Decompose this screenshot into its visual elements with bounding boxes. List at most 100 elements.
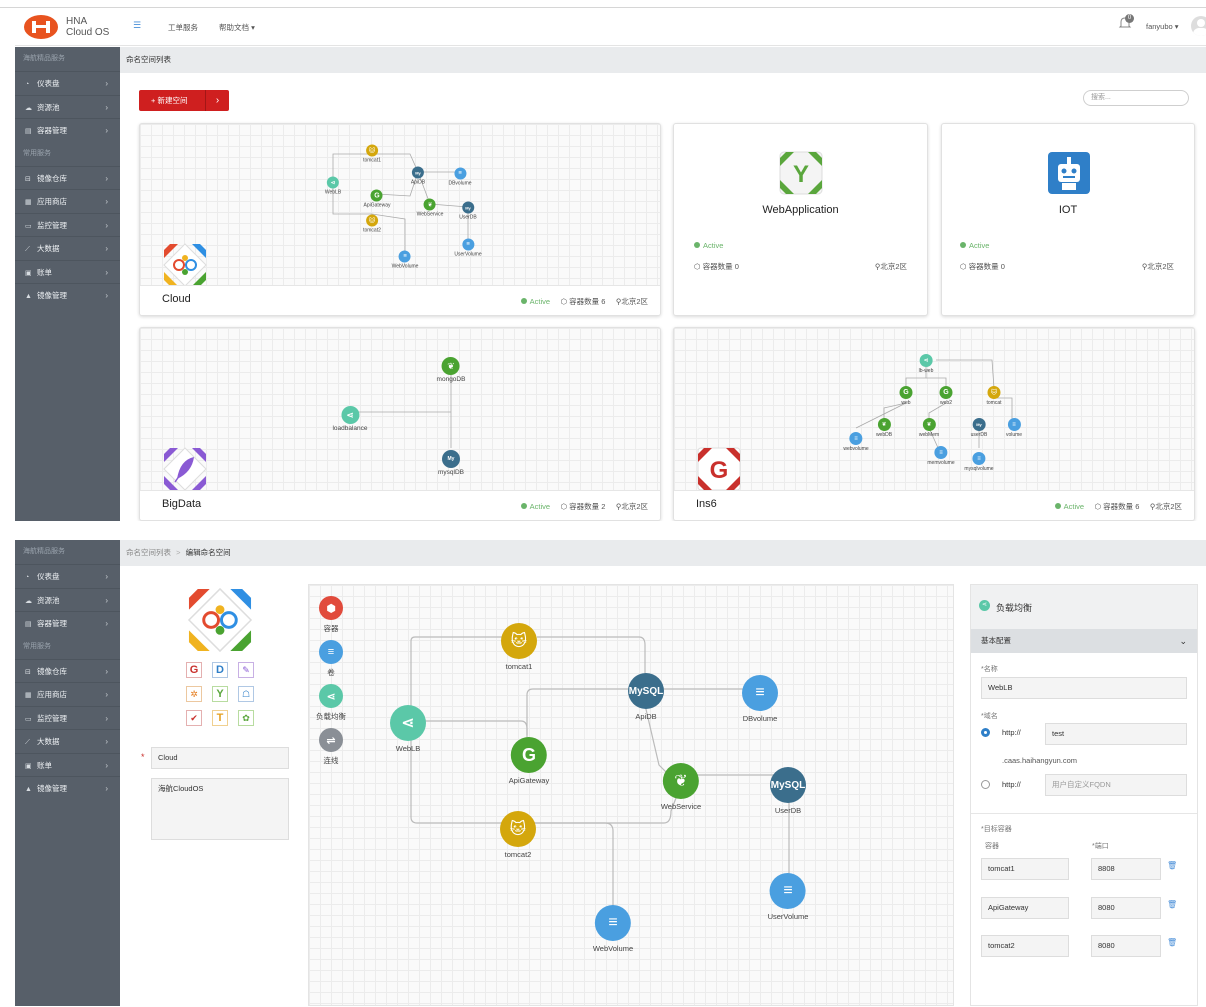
sidebar-item-app-store[interactable]: ▦ 应用商店 ›	[15, 682, 120, 706]
lb-name-input[interactable]: WebLB	[981, 677, 1187, 699]
canvas-node-tomcat1[interactable]: 🐱 tomcat1	[501, 623, 537, 671]
sidebar-item-billing[interactable]: ▣ 账单 ›	[15, 752, 120, 777]
namespace-name-input[interactable]: Cloud	[151, 747, 289, 769]
radio-domain-custom[interactable]	[981, 780, 990, 789]
canvas-node-weblb[interactable]: ⋖ WebLB	[390, 705, 426, 753]
robot-icon[interactable]: ☖	[238, 686, 254, 702]
avatar[interactable]	[1191, 16, 1206, 36]
topology-node-memvolume: ≡ memvolume	[927, 446, 955, 466]
target-container-input[interactable]: tomcat2	[981, 935, 1069, 957]
check-badge-icon[interactable]: ✔	[186, 710, 202, 726]
sidebar-item-app-store[interactable]: ▦ 应用商店 ›	[15, 189, 120, 213]
chevron-right-icon: ›	[105, 267, 108, 277]
node-label: DBvolume	[742, 714, 778, 723]
sidebar-item-dashboard[interactable]: ◔ 仪表盘 ›	[15, 564, 120, 588]
breadcrumb-current: 编辑命名空间	[185, 548, 231, 557]
node-label: WebLB	[324, 189, 342, 196]
sidebar-item-bigdata[interactable]: ⟋ 大数据 ›	[15, 236, 120, 260]
sidebar-item-label: 账单	[37, 760, 52, 770]
sidebar-item-monitor[interactable]: ▭ 监控管理 ›	[15, 212, 120, 237]
radio-domain-default[interactable]	[981, 728, 990, 737]
target-port-input[interactable]: 8808	[1091, 858, 1161, 880]
canvas-node-apigateway[interactable]: G ApiGateway	[509, 737, 549, 785]
y-logo-icon[interactable]: Y	[212, 686, 228, 702]
sidebar-item-dashboard[interactable]: ◔ 仪表盘 ›	[15, 71, 120, 95]
sidebar-group-common: 常用服务	[23, 149, 51, 157]
node-label: WebVolume	[592, 944, 634, 953]
sidebar-item-image-mgmt[interactable]: ▲ 镜像管理 ›	[15, 283, 120, 307]
canvas-node-webvolume[interactable]: ≡ WebVolume	[593, 905, 633, 953]
palette-load-balancer[interactable]: ⋖ 负载均衡	[316, 684, 346, 722]
topology-node-lb-web: ⋖ lb-web	[919, 354, 933, 374]
new-namespace-button[interactable]: + 新建空间 ›	[139, 90, 229, 111]
canvas-node-dbvolume[interactable]: ≡ DBvolume	[742, 675, 778, 723]
panel-header: ⋖ 负载均衡	[971, 585, 1197, 629]
sidebar-item-image-repo[interactable]: ⊟ 镜像仓库 ›	[15, 658, 120, 683]
trash-icon[interactable]: 🗑	[1167, 900, 1177, 909]
section-basic-config[interactable]: 基本配置 ⌄	[971, 629, 1197, 653]
palette-connect[interactable]: ⇌ 连线	[319, 728, 343, 766]
namespace-card-ins6[interactable]: ⋖ lb-web Gweb Gweb2 🐱 tomcat ❦ webDB ❦ webMe…	[673, 327, 1195, 521]
canvas-node-apidb[interactable]: MySQL ApiDB	[628, 673, 664, 721]
icon-option-t[interactable]: T	[212, 710, 228, 726]
sidebar-item-label: 仪表盘	[37, 572, 60, 581]
topology-node-tomcat: 🐱 tomcat	[986, 386, 1002, 406]
flower-icon[interactable]: ✿	[238, 710, 254, 726]
sidebar-item-label: 大数据	[37, 737, 60, 746]
trash-icon[interactable]: 🗑	[1167, 938, 1177, 947]
topology-canvas[interactable]: ⬢ 容器 ≡ 卷 ⋖ 负载均衡 ⇌ 连线 🐱 tomcat1 ⋖ WebLB MySQL Ap…	[308, 584, 954, 1006]
trash-icon[interactable]: 🗑	[1167, 861, 1177, 870]
domain-input[interactable]: test	[1045, 723, 1187, 745]
namespace-card-webapplication[interactable]: Y WebApplication Active ⬡ 容器数量 0 ⚲北京2区	[673, 123, 928, 316]
palette-container[interactable]: ⬢ 容器	[319, 596, 343, 634]
target-port-input[interactable]: 8080	[1091, 897, 1161, 919]
chevron-right-icon: ›	[105, 126, 108, 135]
canvas-node-tomcat2[interactable]: 🐱 tomcat2	[500, 811, 536, 859]
sidebar-item-image-mgmt[interactable]: ▲ 镜像管理 ›	[15, 776, 120, 800]
sidebar-item-resource-pool[interactable]: ☁ 资源池 ›	[15, 94, 120, 119]
target-container-input[interactable]: ApiGateway	[981, 897, 1069, 919]
sidebar-item-resource-pool[interactable]: ☁ 资源池 ›	[15, 587, 120, 612]
node-label: tomcat1	[505, 662, 533, 671]
region: 北京2区	[621, 502, 648, 511]
icon-option-d[interactable]: D	[212, 662, 228, 678]
fqdn-input[interactable]: 用户自定义FQDN	[1045, 774, 1187, 796]
canvas-node-userdb[interactable]: MySQL UserDB	[770, 767, 806, 815]
region: 北京2区	[1155, 502, 1182, 511]
feather-icon[interactable]: ✎	[238, 662, 254, 678]
namespace-card-iot[interactable]: IOT Active ⬡ 容器数量 0 ⚲北京2区	[941, 123, 1195, 316]
repo-icon: ⊟	[25, 175, 31, 183]
sidebar-item-monitor[interactable]: ▭ 监控管理 ›	[15, 705, 120, 730]
notification-badge: 0	[1125, 14, 1134, 23]
palette-volume[interactable]: ≡ 卷	[319, 640, 343, 678]
topology-node-webvolume: ≡ webvolume	[843, 432, 869, 452]
sidebar-item-bigdata[interactable]: ⟋ 大数据 ›	[15, 729, 120, 753]
nav-ticket-service[interactable]: 工单服务	[168, 22, 198, 33]
breadcrumb: 命名空间列表	[120, 47, 1206, 73]
chevron-down-icon: ⌄	[1179, 636, 1187, 646]
sidebar-item-container-mgmt[interactable]: ▤ 容器管理 ›	[15, 611, 120, 635]
bell-icon[interactable]: 0	[1118, 14, 1134, 30]
canvas-node-uservolume[interactable]: ≡ UserVolume	[768, 873, 808, 921]
puzzle-icon[interactable]: ✲	[186, 686, 202, 702]
target-port-input[interactable]: 8080	[1091, 935, 1161, 957]
namespace-card-bigdata[interactable]: ❦ mongoDB ⋖ loadbalance My mysqlDB BigData …	[139, 327, 661, 521]
sidebar-item-container-mgmt[interactable]: ▤ 容器管理 ›	[15, 118, 120, 142]
namespace-description-textarea[interactable]: 海航CloudOS	[151, 778, 289, 840]
canvas-node-webservice[interactable]: ❦ WebService	[661, 763, 701, 811]
menu-icon[interactable]: ☰	[133, 20, 141, 31]
sidebar-item-image-repo[interactable]: ⊟ 镜像仓库 ›	[15, 165, 120, 190]
search-input[interactable]: 搜索...	[1083, 90, 1189, 106]
breadcrumb-parent-link[interactable]: 命名空间列表	[126, 548, 171, 557]
sidebar-item-label: 容器管理	[37, 126, 67, 135]
namespace-card-cloud[interactable]: 🐱 tomcat1 ⋖ WebLB My ApiDB ≡ DBvolume G ApiGa…	[139, 123, 661, 316]
volume-icon: ≡	[453, 167, 466, 180]
user-menu[interactable]: fanyubo ▾	[1146, 22, 1179, 31]
hna-logo-icon[interactable]	[23, 14, 59, 40]
nav-help-docs[interactable]: 帮助文档 ▾	[219, 22, 255, 33]
namespace-icon-preview[interactable]	[186, 586, 254, 654]
target-container-input[interactable]: tomcat1	[981, 858, 1069, 880]
chevron-right-icon: ›	[105, 244, 108, 253]
icon-option-g[interactable]: G	[186, 662, 202, 678]
sidebar-item-billing[interactable]: ▣ 账单 ›	[15, 259, 120, 284]
